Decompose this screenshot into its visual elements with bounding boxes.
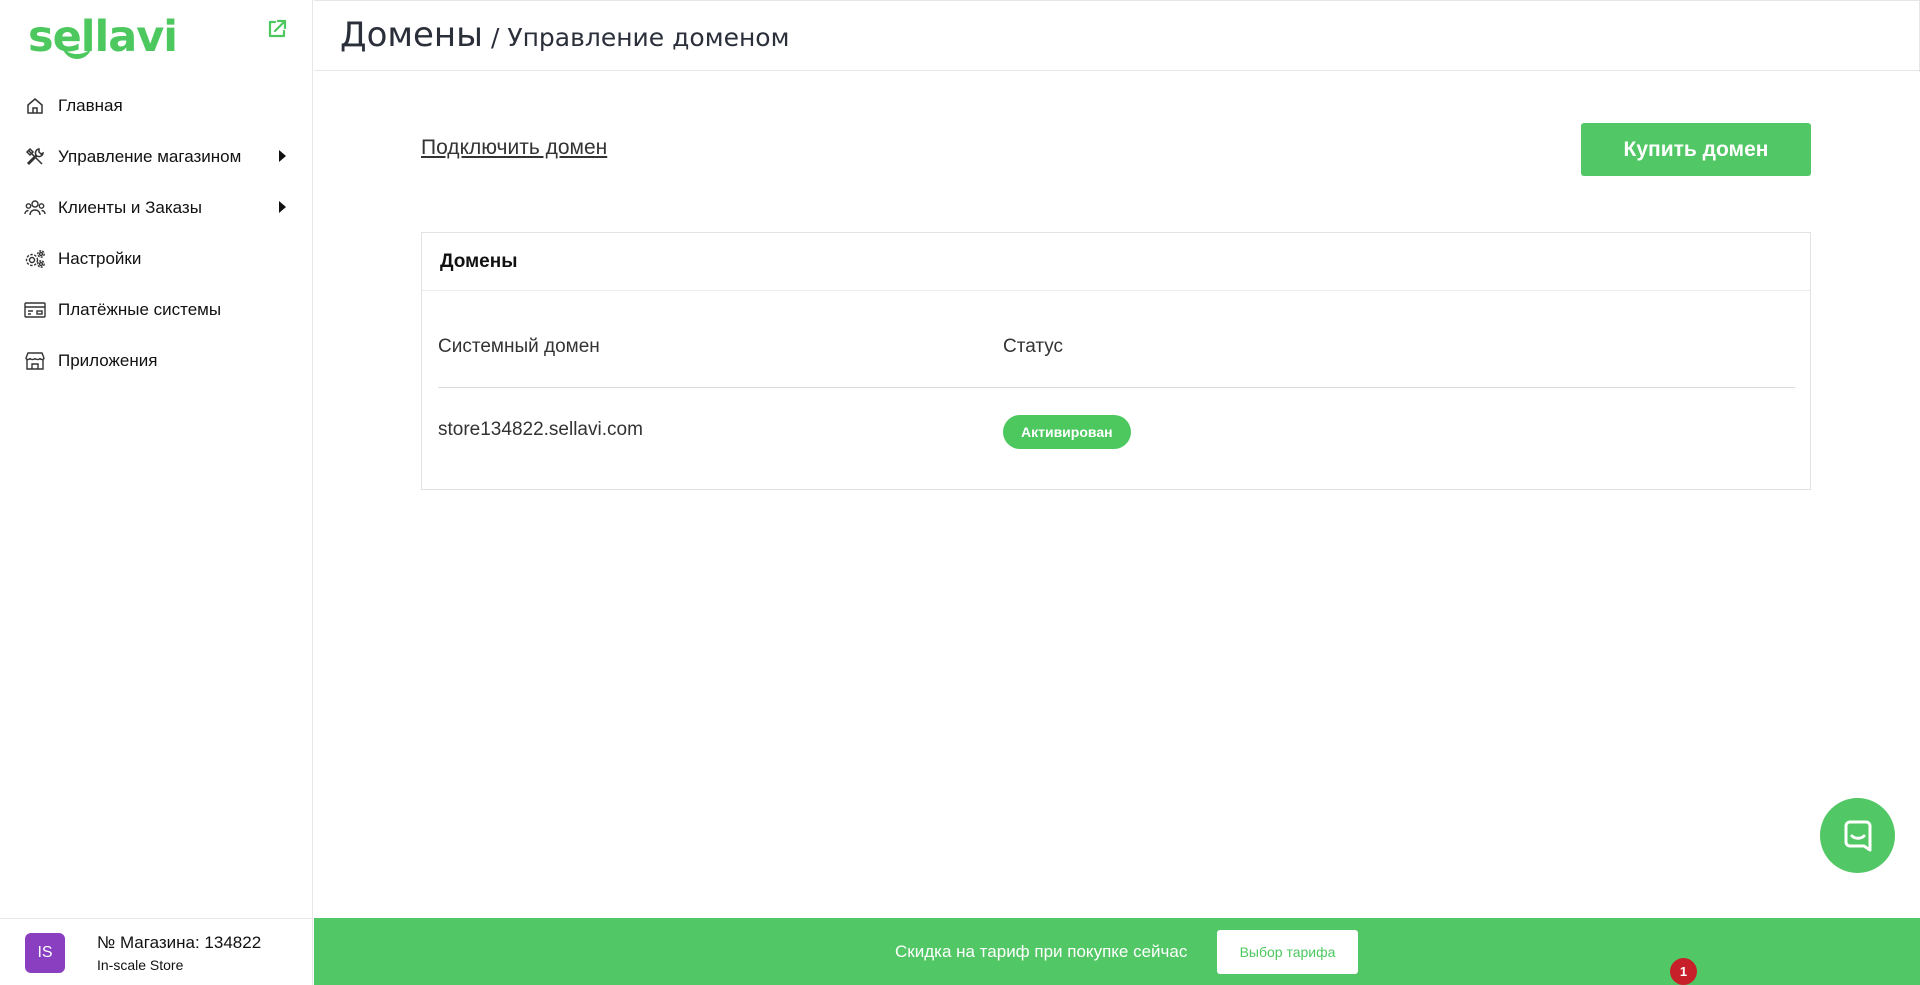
domain-cell: store134822.sellavi.com bbox=[438, 419, 643, 440]
sidebar-item-label: Приложения bbox=[58, 350, 158, 370]
chat-widget-button[interactable] bbox=[1820, 798, 1895, 873]
sidebar-item-clients-orders[interactable]: Клиенты и Заказы bbox=[0, 182, 313, 233]
page-title: Домены / Управление доменом bbox=[340, 15, 789, 55]
table-divider bbox=[438, 387, 1795, 388]
breadcrumb-current: Управление доменом bbox=[507, 23, 790, 52]
choose-tariff-button[interactable]: Выбор тарифа bbox=[1217, 930, 1358, 974]
column-header-status: Статус bbox=[1003, 336, 1064, 357]
payment-card-icon bbox=[24, 299, 46, 321]
sidebar-item-home[interactable]: Главная bbox=[0, 80, 313, 131]
buy-domain-button[interactable]: Купить домен bbox=[1581, 123, 1811, 176]
status-badge: Активирован bbox=[1003, 415, 1131, 449]
avatar[interactable]: IS bbox=[25, 933, 65, 973]
sidebar-item-applications[interactable]: Приложения bbox=[0, 335, 313, 386]
column-header-system-domain: Системный домен bbox=[438, 336, 600, 357]
sidebar-item-payment-systems[interactable]: Платёжные системы bbox=[0, 284, 313, 335]
store-icon bbox=[24, 350, 46, 372]
store-number: № Магазина: 134822 bbox=[97, 933, 262, 952]
gears-icon bbox=[24, 248, 46, 270]
sidebar: sellavi Главная Управление магазином Кли… bbox=[0, 0, 313, 985]
sidebar-item-label: Главная bbox=[58, 95, 123, 115]
sidebar-item-label: Настройки bbox=[58, 248, 142, 268]
tools-icon bbox=[24, 146, 46, 168]
breadcrumb-root[interactable]: Домены bbox=[340, 15, 483, 55]
domains-card-title: Домены bbox=[422, 233, 1810, 291]
sidebar-item-label: Платёжные системы bbox=[58, 299, 222, 319]
sidebar-item-label: Клиенты и Заказы bbox=[58, 197, 202, 217]
promo-text: Скидка на тариф при покупке сейчас bbox=[895, 942, 1188, 961]
chat-icon bbox=[1844, 820, 1871, 851]
connect-domain-link[interactable]: Подключить домен bbox=[421, 136, 607, 160]
chevron-right-icon[interactable] bbox=[279, 201, 286, 213]
chevron-right-icon[interactable] bbox=[279, 150, 286, 162]
breadcrumb-separator: / bbox=[483, 23, 508, 52]
sellavi-logo[interactable]: sellavi bbox=[28, 12, 178, 62]
sidebar-item-settings[interactable]: Настройки bbox=[0, 233, 313, 284]
sidebar-item-store-management[interactable]: Управление магазином bbox=[0, 131, 313, 182]
external-link-icon[interactable] bbox=[266, 18, 288, 40]
home-icon bbox=[24, 95, 46, 117]
sidebar-item-label: Управление магазином bbox=[58, 146, 242, 166]
sidebar-nav: Главная Управление магазином Клиенты и З… bbox=[0, 80, 313, 386]
users-icon bbox=[24, 197, 46, 219]
page-header: Домены / Управление доменом bbox=[314, 0, 1920, 72]
store-info[interactable]: IS № Магазина: 134822 In-scale Store bbox=[0, 918, 313, 985]
notification-badge[interactable]: 1 bbox=[1670, 958, 1697, 985]
domains-card: Домены Системный домен Статус store13482… bbox=[421, 232, 1811, 490]
store-name: In-scale Store bbox=[97, 957, 184, 973]
